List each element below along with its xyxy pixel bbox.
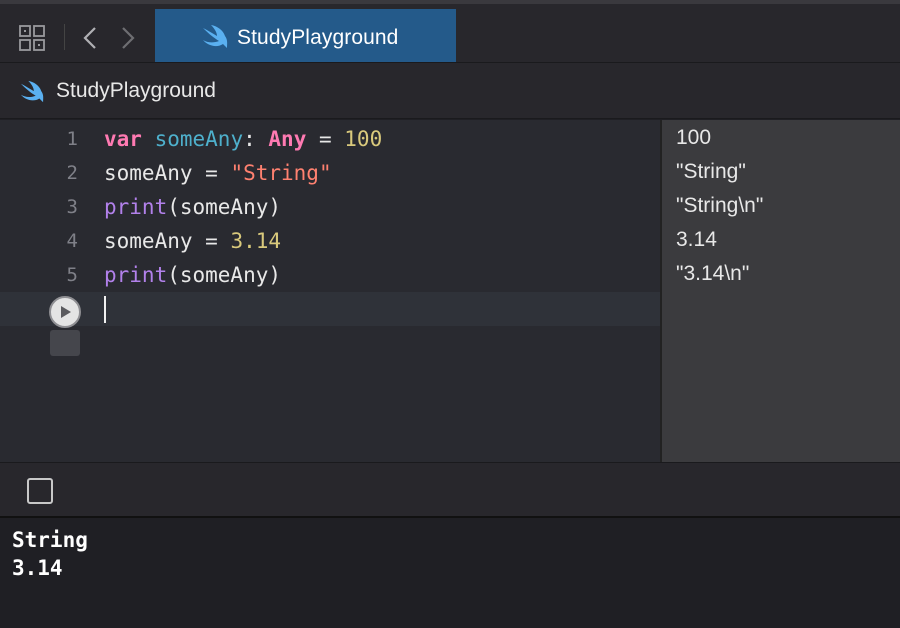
code-text: var someAny: Any = 100 — [104, 122, 382, 156]
tab-studyplayground[interactable]: StudyPlayground — [155, 9, 456, 66]
code-line: 5 print(someAny) — [0, 258, 660, 292]
args-token: (someAny) — [167, 263, 282, 287]
result-value[interactable]: 100 — [676, 121, 711, 155]
code-text: print(someAny) — [104, 190, 281, 224]
stop-button[interactable] — [50, 330, 80, 356]
result-value[interactable]: "3.14\n" — [676, 257, 749, 291]
jump-bar: StudyPlayground — [0, 62, 900, 119]
keyword-token: var — [104, 127, 142, 151]
tab-bar: StudyPlayground — [0, 0, 900, 66]
console-output: String 3.14 — [0, 518, 900, 628]
run-button[interactable] — [49, 296, 81, 328]
console-line: String — [12, 528, 88, 552]
result-value[interactable]: 3.14 — [676, 223, 717, 257]
line-number: 2 — [66, 162, 78, 184]
chevron-right-icon[interactable] — [118, 24, 138, 52]
code-line: 4 someAny = 3.14 — [0, 224, 660, 258]
code-text: print(someAny) — [104, 258, 281, 292]
results-sidebar: 100 "String" "String\n" 3.14 "3.14\n" — [660, 120, 900, 462]
result-value[interactable]: "String\n" — [676, 189, 763, 223]
breadcrumb[interactable]: StudyPlayground — [56, 79, 216, 103]
swift-icon — [201, 24, 229, 50]
code-text: someAny = "String" — [104, 156, 332, 190]
line-number: 1 — [66, 128, 78, 150]
identifier-token: someAny — [154, 127, 244, 151]
string-token: "String" — [230, 161, 332, 185]
chevron-left-icon[interactable] — [80, 24, 100, 52]
identifier-token: someAny — [104, 229, 193, 253]
line-number: 3 — [66, 196, 78, 218]
args-token: (someAny) — [167, 195, 282, 219]
punct-token: = — [192, 229, 231, 253]
function-token: print — [104, 263, 168, 287]
play-icon — [61, 306, 71, 318]
code-editor[interactable]: 1 var someAny: Any = 100 2 someAny = "St… — [0, 120, 660, 462]
debug-bar — [0, 462, 900, 518]
swift-icon — [19, 80, 45, 104]
number-token: 100 — [344, 127, 383, 151]
identifier-token: someAny — [104, 161, 193, 185]
number-token: 3.14 — [230, 229, 282, 253]
tab-label: StudyPlayground — [237, 25, 399, 49]
tab-bar-divider — [64, 24, 65, 50]
line-number: 5 — [66, 264, 78, 286]
current-line-highlight — [0, 292, 660, 326]
code-line: 2 someAny = "String" — [0, 156, 660, 190]
console-line: 3.14 — [12, 556, 63, 580]
punct-token: = — [306, 127, 345, 151]
code-line: 3 print(someAny) — [0, 190, 660, 224]
result-value[interactable]: "String" — [676, 155, 746, 189]
function-token: print — [104, 195, 168, 219]
type-token: Any — [268, 127, 307, 151]
hide-debug-area-icon[interactable] — [27, 478, 53, 504]
line-number: 4 — [66, 230, 78, 252]
code-line: 1 var someAny: Any = 100 — [0, 122, 660, 156]
punct-token: = — [192, 161, 231, 185]
text-cursor — [104, 296, 106, 323]
code-text: someAny = 3.14 — [104, 224, 281, 258]
grid-icon[interactable] — [18, 24, 46, 52]
punct-token: : — [243, 127, 269, 151]
